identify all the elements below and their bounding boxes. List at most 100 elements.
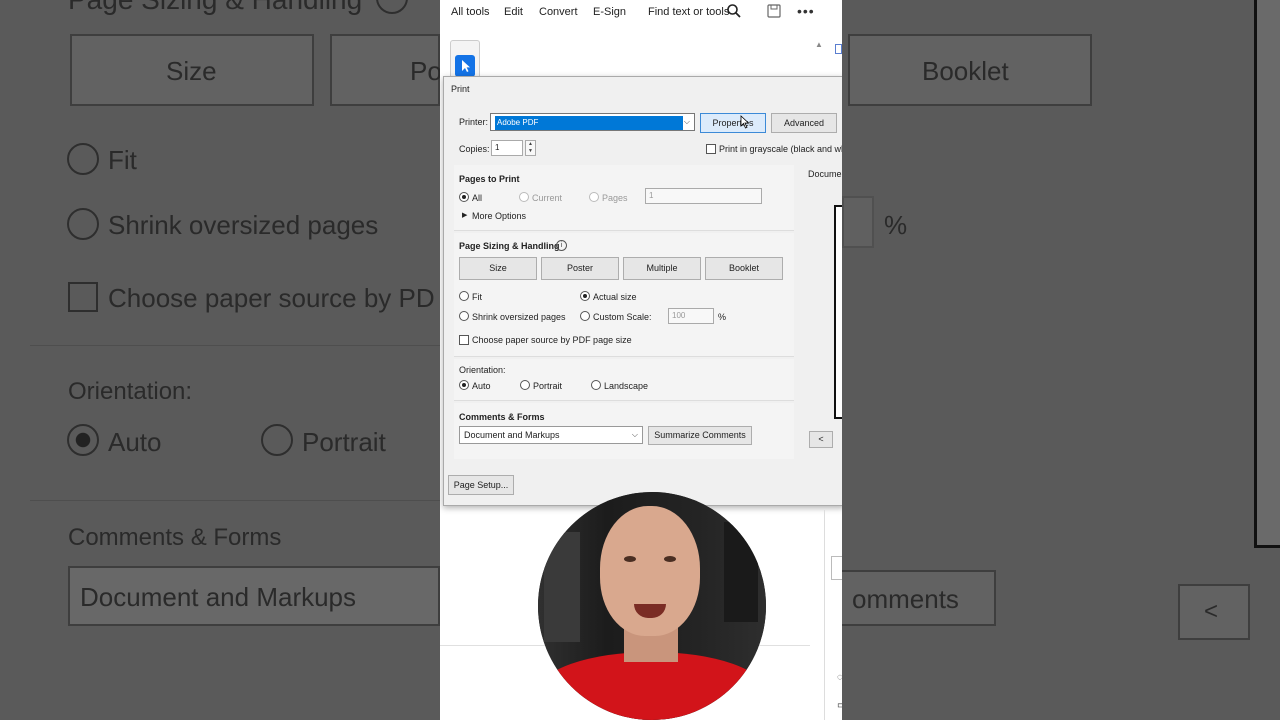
properties-button[interactable]: Properties xyxy=(700,113,766,133)
bg-size-label: Size xyxy=(166,56,217,86)
search-icon[interactable] xyxy=(726,3,742,22)
print-dialog: Print Printer: Adobe PDF ⌵ Properties Ad… xyxy=(443,76,842,506)
expand-icon[interactable]: ▶ xyxy=(462,211,467,219)
pages-to-print-heading: Pages to Print xyxy=(459,174,520,184)
percent-label: % xyxy=(718,312,727,322)
orientation-portrait-radio[interactable] xyxy=(520,380,530,390)
bg-choose-label: Choose paper source by PD xyxy=(108,283,435,313)
advanced-button[interactable]: Advanced xyxy=(771,113,837,133)
copies-label: Copies: xyxy=(459,144,490,154)
pages-all-radio[interactable] xyxy=(459,192,469,202)
orientation-portrait-label: Portrait xyxy=(533,381,563,391)
orientation-landscape-radio[interactable] xyxy=(591,380,601,390)
printer-select[interactable]: Adobe PDF ⌵ xyxy=(490,113,695,131)
scroll-up-icon[interactable]: ▲ xyxy=(815,40,823,49)
fit-radio[interactable] xyxy=(459,291,469,301)
pages-current-label: Current xyxy=(532,193,563,203)
side-widget[interactable] xyxy=(831,556,842,580)
bg-portrait-label: Portrait xyxy=(302,427,386,457)
info-icon[interactable]: i xyxy=(556,240,567,251)
preview-frame xyxy=(834,205,842,419)
actual-size-label: Actual size xyxy=(593,292,637,302)
bg-comments-forms-label: Comments & Forms xyxy=(68,524,282,551)
printer-value: Adobe PDF xyxy=(495,116,683,130)
right-panel-edge xyxy=(824,510,842,720)
find-text-tools[interactable]: Find text or tools xyxy=(648,6,729,18)
more-options-icon[interactable]: ••• xyxy=(797,3,815,19)
shrink-radio[interactable] xyxy=(459,311,469,321)
copies-stepper[interactable]: ▲ ▼ xyxy=(525,140,536,156)
convert-menu[interactable]: Convert xyxy=(539,6,578,18)
bg-booklet-label: Booklet xyxy=(922,56,1009,86)
custom-scale-input[interactable]: 100 xyxy=(668,308,714,324)
app-toolbar: All tools Edit Convert E-Sign Find text … xyxy=(440,0,842,26)
choose-paper-checkbox[interactable] xyxy=(459,335,469,345)
multiple-button[interactable]: Multiple xyxy=(623,257,701,280)
bg-auto-label: Auto xyxy=(108,427,162,457)
pages-range-label: Pages xyxy=(602,193,628,203)
bg-comments-label: omments xyxy=(852,584,959,614)
actual-size-radio[interactable] xyxy=(580,291,590,301)
bg-percent: % xyxy=(884,210,908,240)
orientation-label: Orientation: xyxy=(459,365,506,375)
person-eye-left xyxy=(624,556,636,562)
copies-input[interactable]: 1 xyxy=(491,140,523,156)
select-tool-icon[interactable] xyxy=(455,55,475,77)
pages-current-radio[interactable] xyxy=(519,192,529,202)
custom-scale-radio[interactable] xyxy=(580,311,590,321)
bg-divider xyxy=(30,345,440,346)
page-setup-button[interactable]: Page Setup... xyxy=(448,475,514,495)
fit-label: Fit xyxy=(472,292,482,302)
bg-poster-label: Po xyxy=(410,56,442,86)
choose-paper-label: Choose paper source by PDF page size xyxy=(472,335,632,345)
esign-menu[interactable]: E-Sign xyxy=(593,6,626,18)
bg-auto-radio xyxy=(67,424,99,456)
pages-range-input[interactable]: 1 xyxy=(645,188,762,204)
comments-select-value: Document and Markups xyxy=(464,430,560,440)
bg-portrait-radio xyxy=(261,424,293,456)
bg-choose-checkbox xyxy=(68,282,98,312)
bg-fit-label: Fit xyxy=(108,145,137,175)
bg-heading: Page Sizing & Handling xyxy=(68,0,362,16)
grayscale-checkbox[interactable] xyxy=(706,144,716,154)
comments-select[interactable]: Document and Markups ⌵ xyxy=(459,426,643,444)
orientation-landscape-label: Landscape xyxy=(604,381,649,391)
comments-forms-heading: Comments & Forms xyxy=(459,412,545,422)
list-icon[interactable]: ◌ xyxy=(837,672,842,683)
all-tools-menu[interactable]: All tools xyxy=(451,6,490,18)
chevron-down-icon: ⌵ xyxy=(631,430,638,439)
shelf-left xyxy=(544,532,580,642)
bg-preview-edge xyxy=(1254,0,1280,548)
chevron-down-icon: ⌵ xyxy=(683,117,690,126)
summarize-comments-button[interactable]: Summarize Comments xyxy=(648,426,752,445)
bg-divider-2 xyxy=(30,500,440,501)
more-options-link[interactable]: More Options xyxy=(472,211,526,221)
preview-prev-button[interactable]: < xyxy=(809,431,833,448)
shelf-right xyxy=(724,522,758,622)
webcam-overlay xyxy=(538,492,766,720)
size-button[interactable]: Size xyxy=(459,257,537,280)
tool-strip xyxy=(450,40,480,80)
save-icon[interactable] xyxy=(767,4,781,21)
bg-scale-input xyxy=(842,196,874,248)
edit-menu[interactable]: Edit xyxy=(504,6,523,18)
grayscale-label: Print in grayscale (black and wh xyxy=(719,144,842,154)
poster-button[interactable]: Poster xyxy=(541,257,619,280)
printer-label: Printer: xyxy=(459,117,489,127)
pages-range-radio[interactable] xyxy=(589,192,599,202)
pages-all-label: All xyxy=(472,193,483,203)
bg-shrink-radio xyxy=(67,208,99,240)
booklet-button[interactable]: Booklet xyxy=(705,257,783,280)
page-icon[interactable]: ▭ xyxy=(837,700,842,711)
orientation-auto-label: Auto xyxy=(472,381,491,391)
bg-shrink-label: Shrink oversized pages xyxy=(108,210,379,240)
bg-doc-markups-label: Document and Markups xyxy=(80,582,357,612)
sizing-heading: Page Sizing & Handling xyxy=(459,241,560,251)
shrink-label: Shrink oversized pages xyxy=(472,312,566,322)
bg-prev-label: < xyxy=(1204,598,1219,625)
person-eye-right xyxy=(664,556,676,562)
panel-icon[interactable] xyxy=(835,44,842,54)
bg-fit-radio xyxy=(67,143,99,175)
document-preview-label: Documen xyxy=(808,169,842,179)
orientation-auto-radio[interactable] xyxy=(459,380,469,390)
